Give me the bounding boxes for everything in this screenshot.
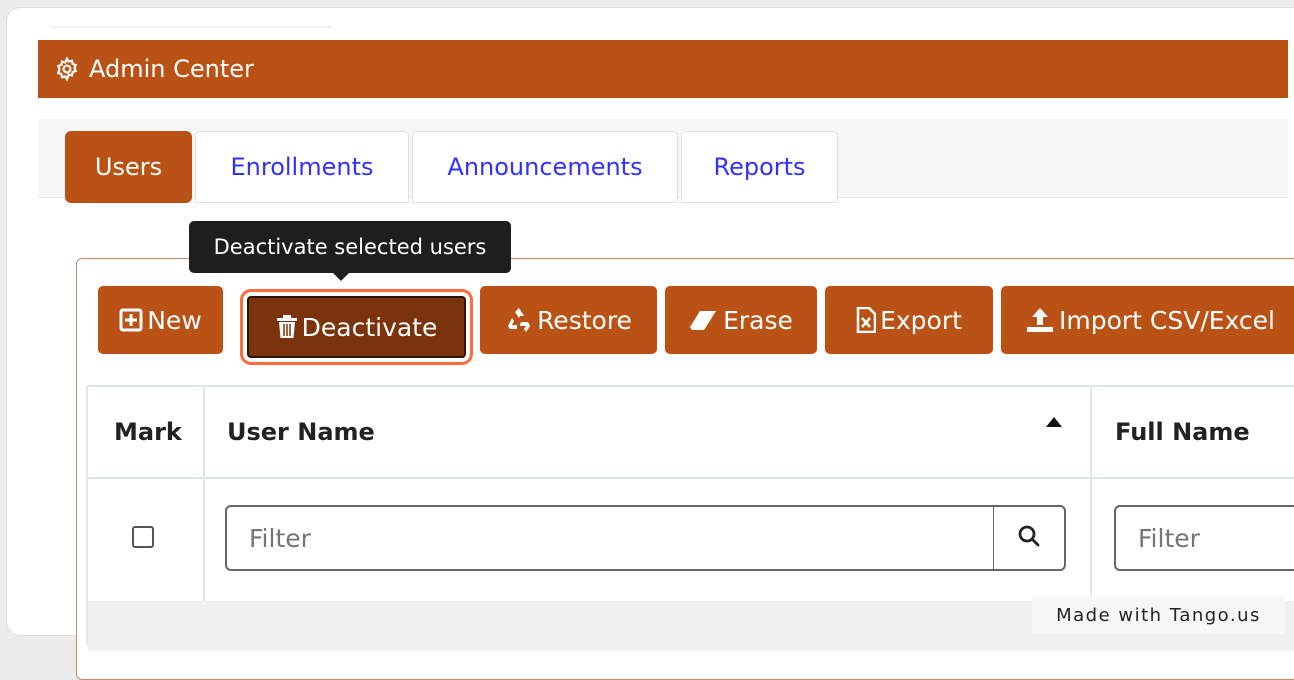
tab-enrollments-label: Enrollments (230, 153, 374, 181)
tab-announcements-label: Announcements (447, 153, 643, 181)
mark-all-checkbox[interactable] (132, 526, 154, 548)
import-csv-excel-button[interactable]: Import CSV/Excel (1001, 286, 1294, 354)
tab-announcements[interactable]: Announcements (412, 131, 678, 203)
column-header-full-name[interactable]: Full Name (1115, 387, 1250, 477)
gear-icon (52, 54, 82, 84)
column-mark-label: Mark (114, 418, 182, 446)
user-name-search-button[interactable] (993, 505, 1066, 571)
deactivate-tooltip: Deactivate selected users (189, 221, 511, 281)
tab-enrollments[interactable]: Enrollments (195, 131, 409, 203)
sort-ascending-icon[interactable] (1046, 417, 1062, 427)
page-title: Admin Center (89, 55, 254, 83)
restore-button[interactable]: Restore (480, 286, 657, 354)
search-icon (1017, 524, 1041, 552)
deactivate-button-label: Deactivate (301, 312, 438, 342)
tab-users-label: Users (94, 153, 163, 181)
export-button-label: Export (880, 305, 962, 335)
column-full-name-label: Full Name (1115, 418, 1250, 446)
new-button-label: New (147, 305, 202, 335)
user-name-filter-input[interactable] (225, 505, 995, 571)
full-name-filter-input[interactable] (1114, 505, 1294, 571)
trash-icon (276, 315, 298, 339)
tab-users[interactable]: Users (65, 131, 192, 203)
tab-reports-label: Reports (713, 153, 806, 181)
tooltip-text: Deactivate selected users (213, 235, 487, 259)
new-button[interactable]: New (98, 286, 223, 354)
recycle-icon (505, 307, 533, 333)
deactivate-button[interactable]: Deactivate (240, 289, 473, 365)
column-user-name-label: User Name (227, 418, 375, 446)
tango-watermark: Made with Tango.us (1032, 596, 1285, 634)
upload-icon (1025, 307, 1055, 333)
tab-reports[interactable]: Reports (681, 131, 838, 203)
erase-button-label: Erase (723, 305, 793, 335)
watermark-text: Made with Tango.us (1056, 604, 1261, 626)
import-button-label: Import CSV/Excel (1059, 305, 1275, 335)
export-button[interactable]: Export (825, 286, 993, 354)
restore-button-label: Restore (537, 305, 632, 335)
plus-square-icon (119, 308, 143, 332)
tooltip-arrow (333, 273, 349, 281)
column-header-mark: Mark (114, 387, 182, 477)
file-excel-icon (856, 307, 877, 333)
admin-header: Admin Center (38, 40, 1288, 98)
eraser-icon (689, 309, 719, 331)
erase-button[interactable]: Erase (665, 286, 817, 354)
column-header-user-name[interactable]: User Name (227, 387, 375, 477)
top-divider (51, 26, 331, 28)
